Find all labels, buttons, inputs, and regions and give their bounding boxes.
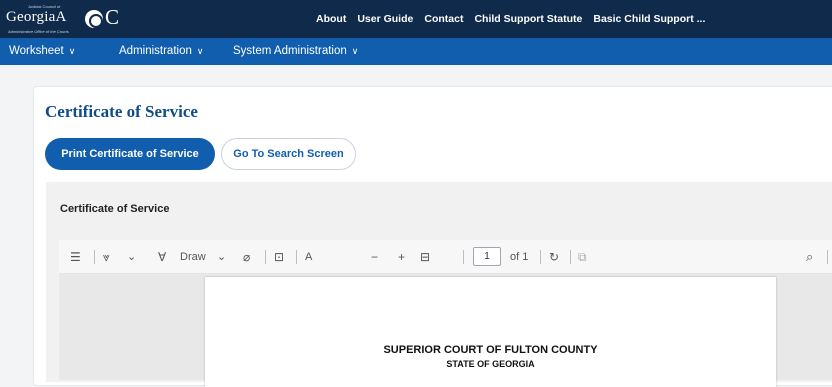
nav-administration-label: Administration [119,45,192,57]
rotate-icon[interactable]: ↻ [549,250,559,264]
read-aloud-icon[interactable]: A [305,250,312,264]
nav-worksheet-label: Worksheet [9,45,64,57]
search-icon[interactable]: ⌕ [806,250,813,264]
chevron-down-icon: ∨ [351,46,359,56]
fit-to-page-icon[interactable]: ⊟ [420,250,430,264]
draw-dropdown-icon[interactable]: ⌄ [217,250,226,264]
top-bar: Judicial Council of GeorgiaA C Administr… [0,0,832,38]
top-links: About User Guide Contact Child Support S… [316,13,705,25]
nav-system-administration[interactable]: System Administration ∨ [233,45,358,57]
georgia-aoc-logo[interactable]: Judicial Council of GeorgiaA C Administr… [6,4,136,36]
toolbar-divider [94,250,95,264]
seal-icon [85,10,103,28]
zoom-out-button[interactable]: − [371,250,378,264]
highlight-dropdown-icon[interactable]: ⌄ [127,250,136,264]
toolbar-divider [296,250,297,264]
toolbar-divider [827,250,828,264]
pdf-toolbar [59,240,832,274]
toolbar-divider [265,250,266,264]
link-basic-child-support[interactable]: Basic Child Support ... [593,13,705,25]
draw-label[interactable]: Draw [180,250,206,264]
two-page-view-icon[interactable]: ⧉ [578,250,587,264]
document-subheading: STATE OF GEORGIA [446,359,535,369]
text-box-icon[interactable]: ⊡ [274,250,284,264]
nav-bar: Worksheet ∨ Administration ∨ System Admini… [0,38,832,65]
pdf-page [205,277,776,387]
link-contact[interactable]: Contact [424,13,463,25]
nav-worksheet[interactable]: Worksheet ∨ [9,45,75,57]
chevron-down-icon: ∨ [68,46,76,56]
link-child-support-statute[interactable]: Child Support Statute [474,13,582,25]
page-total-label: of 1 [510,251,529,263]
draw-icon[interactable]: ∀ [158,250,166,264]
logo-subtitle: Administrative Office of the Courts [8,29,69,34]
nav-system-administration-label: System Administration [233,45,347,57]
print-certificate-button[interactable]: Print Certificate of Service [45,138,215,170]
zoom-in-button[interactable]: + [398,250,405,264]
eraser-icon[interactable]: ⌀ [243,250,250,264]
nav-administration[interactable]: Administration ∨ [119,45,203,57]
toolbar-divider [540,250,541,264]
logo-word: GeorgiaA [6,9,67,25]
page-title: Certificate of Service [45,102,198,121]
document-heading: SUPERIOR COURT OF FULTON COUNTY [383,344,598,356]
chevron-down-icon: ∨ [196,46,204,56]
toolbar-divider [463,250,464,264]
highlight-icon[interactable]: ⩔ [103,250,110,264]
go-to-search-button[interactable]: Go To Search Screen [221,138,356,170]
link-about[interactable]: About [316,13,346,25]
logo-letter-c: C [105,5,120,29]
toolbar-divider [570,250,571,264]
section-title: Certificate of Service [60,203,170,215]
page-number-input[interactable]: 1 [473,247,501,266]
link-user-guide[interactable]: User Guide [357,13,413,25]
table-of-contents-icon[interactable]: ☰ [70,250,81,264]
